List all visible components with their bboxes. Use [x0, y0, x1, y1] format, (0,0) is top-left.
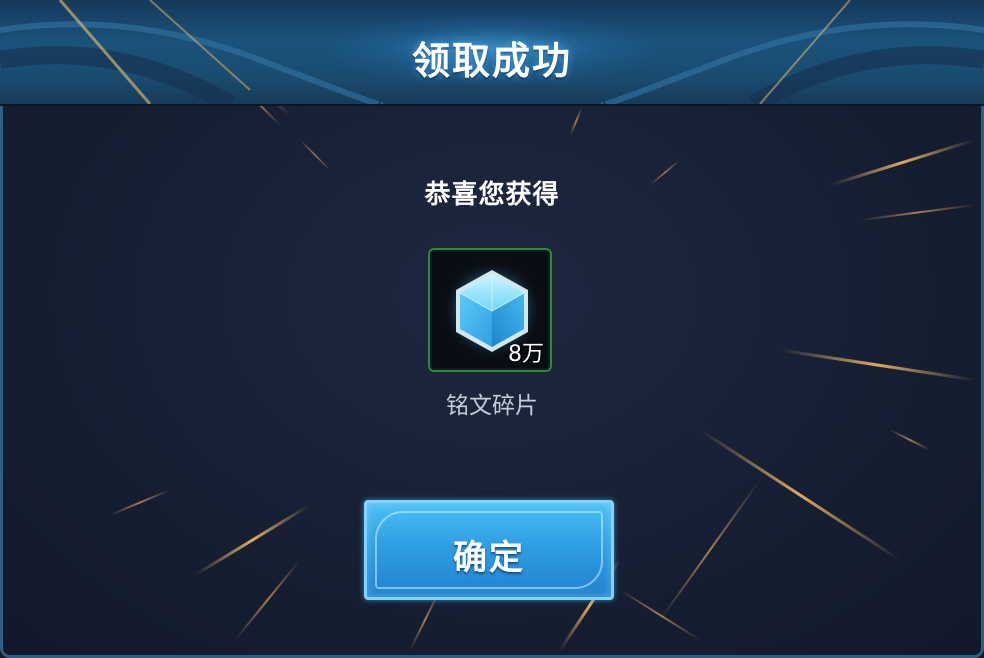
item-quantity: 8万: [508, 342, 544, 367]
confirm-button[interactable]: 确定: [364, 500, 614, 600]
congrats-text: 恭喜您获得: [424, 180, 560, 210]
reward-item-tile[interactable]: 8万: [428, 248, 552, 372]
dialog-title: 领取成功: [411, 39, 572, 83]
reward-dialog-screen: 领取成功 恭喜您获得 8万 铭文碎片 确定: [0, 0, 984, 658]
confirm-button-label: 确定: [453, 538, 525, 578]
dialog-header: 领取成功: [0, 0, 984, 106]
item-name: 铭文碎片: [446, 393, 538, 419]
